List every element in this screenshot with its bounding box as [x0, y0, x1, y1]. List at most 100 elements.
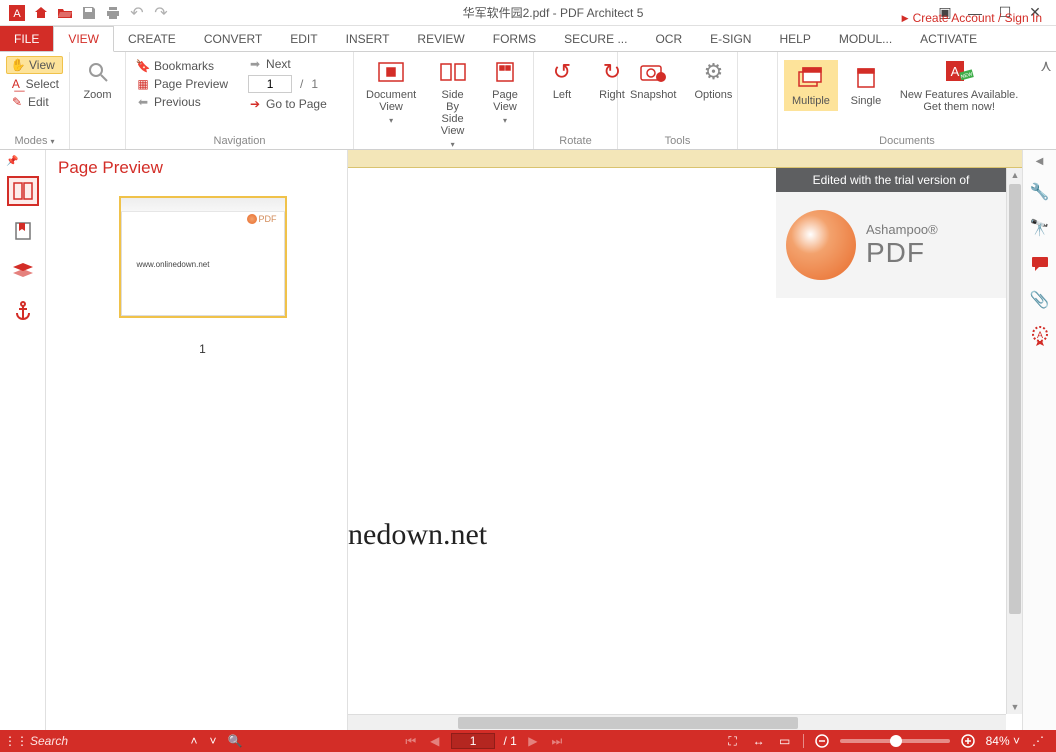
document-view-icon — [375, 58, 407, 86]
tab-edit[interactable]: EDIT — [276, 26, 331, 51]
previous-button[interactable]: ⬅Previous — [132, 94, 232, 110]
zoom-level[interactable]: 84% ˅ — [986, 734, 1020, 748]
page-thumbnail[interactable]: PDF www.onlinedown.net — [119, 196, 287, 318]
workspace: 📌 Page Preview PDF www.onlinedown.net 1 … — [0, 150, 1056, 730]
new-features-icon: ANEW — [943, 58, 975, 86]
app-logo-icon[interactable]: A — [8, 4, 26, 22]
tab-activate[interactable]: ACTIVATE — [906, 26, 991, 51]
zoom-slider[interactable] — [840, 739, 950, 743]
right-rail: ◀ 🔧 🔭 📎 A — [1022, 150, 1056, 730]
tab-ocr[interactable]: OCR — [641, 26, 696, 51]
tab-esign[interactable]: E-SIGN — [696, 26, 765, 51]
first-page-icon[interactable]: ⏮ — [403, 733, 419, 749]
tab-secure[interactable]: SECURE ... — [550, 26, 641, 51]
rail-layers-button[interactable] — [7, 256, 39, 286]
fit-page-icon[interactable]: ⛶ — [725, 733, 741, 749]
trial-banner: Edited with the trial version of Ashampo… — [776, 168, 1006, 298]
new-features-button[interactable]: ANEWNew Features Available.Get them now! — [894, 56, 1024, 115]
tools-wrench-icon[interactable]: 🔧 — [1029, 181, 1051, 203]
page-number-input[interactable] — [248, 75, 292, 93]
tab-file[interactable]: FILE — [0, 26, 53, 51]
actual-size-icon[interactable]: ▭ — [777, 733, 793, 749]
print-icon[interactable] — [104, 4, 122, 22]
stamp-icon[interactable]: A — [1029, 325, 1051, 347]
status-page-nav: ⏮ ◀ 1 / 1 ▶ ⏭ — [243, 733, 725, 749]
scroll-down-icon[interactable]: ▼ — [1007, 700, 1022, 714]
account-link[interactable]: ▶ Create Account / Sign In — [902, 8, 1056, 28]
group-label-navigation: Navigation — [132, 133, 347, 147]
right-rail-collapse-icon[interactable]: ◀ — [1036, 156, 1044, 167]
vertical-scroll-thumb[interactable] — [1009, 184, 1021, 614]
tab-modules[interactable]: MODUL... — [825, 26, 906, 51]
rotate-left-icon: ↺ — [546, 58, 578, 86]
text-select-icon: A͟ — [10, 77, 22, 91]
redo-icon[interactable]: ↷ — [152, 4, 170, 22]
group-label-tools: Tools — [624, 133, 731, 147]
next-button[interactable]: ➡Next — [244, 56, 331, 72]
rotate-left-button[interactable]: ↺Left — [540, 56, 584, 103]
svg-text:A: A — [951, 64, 960, 79]
tab-create[interactable]: CREATE — [114, 26, 190, 51]
side-by-side-button[interactable]: Side By Side View▾ — [428, 56, 477, 151]
ribbon-group-zoom: Zoom . — [70, 52, 126, 149]
tab-view[interactable]: VIEW — [53, 26, 114, 52]
quick-access-toolbar: A ↶ ↷ — [0, 4, 170, 22]
document-canvas[interactable]: Edited with the trial version of Ashampo… — [348, 168, 1006, 714]
save-icon[interactable] — [80, 4, 98, 22]
vertical-scrollbar[interactable]: ▲ ▼ — [1006, 168, 1022, 714]
page-view-button[interactable]: Page View▾ — [483, 56, 527, 127]
binoculars-icon[interactable]: 🔭 — [1029, 217, 1051, 239]
next-page-status-icon[interactable]: ▶ — [525, 733, 541, 749]
undo-icon[interactable]: ↶ — [128, 4, 146, 22]
search-input[interactable] — [30, 734, 180, 748]
document-view-button[interactable]: Document View▾ — [360, 56, 422, 127]
tab-forms[interactable]: FORMS — [479, 26, 550, 51]
mode-view-button[interactable]: ✋View — [6, 56, 63, 74]
status-menu-icon[interactable]: ⋮⋮ — [8, 733, 24, 749]
zoom-button[interactable]: Zoom — [76, 56, 119, 103]
fit-width-icon[interactable]: ↔ — [751, 733, 767, 749]
tab-convert[interactable]: CONVERT — [190, 26, 276, 51]
rail-thumbnails-button[interactable] — [7, 176, 39, 206]
zoom-out-icon[interactable] — [814, 733, 830, 749]
search-next-icon[interactable]: ˅ — [205, 733, 221, 749]
ribbon-spacer — [738, 52, 778, 149]
attachment-icon[interactable]: 📎 — [1029, 289, 1051, 311]
home-icon[interactable] — [32, 4, 50, 22]
status-right: ⛶ ↔ ▭ 84% ˅ ⋰ — [725, 733, 1056, 749]
single-doc-button[interactable]: Single — [844, 62, 888, 109]
status-page-current[interactable]: 1 — [451, 733, 496, 749]
goto-page-button[interactable]: ➔Go to Page — [244, 96, 331, 112]
search-go-icon[interactable]: 🔍 — [227, 733, 243, 749]
rail-bookmarks-button[interactable] — [7, 216, 39, 246]
horizontal-scrollbar[interactable] — [348, 714, 1006, 730]
collapse-ribbon-button[interactable]: ⋏ — [1036, 52, 1056, 149]
options-button[interactable]: ⚙Options — [688, 56, 738, 103]
tab-review[interactable]: REVIEW — [403, 26, 478, 51]
zoom-slider-knob[interactable] — [890, 735, 902, 747]
last-page-icon[interactable]: ⏭ — [549, 733, 565, 749]
tab-insert[interactable]: INSERT — [332, 26, 404, 51]
bookmarks-button[interactable]: 🔖Bookmarks — [132, 58, 232, 74]
trial-banner-text: Edited with the trial version of — [776, 168, 1006, 192]
status-resize-icon[interactable]: ⋰ — [1030, 733, 1046, 749]
snapshot-button[interactable]: Snapshot — [624, 56, 682, 103]
ribbon-group-navigation: 🔖Bookmarks ▦Page Preview ⬅Previous ➡Next… — [126, 52, 354, 149]
prev-page-status-icon[interactable]: ◀ — [427, 733, 443, 749]
horizontal-scroll-thumb[interactable] — [458, 717, 798, 729]
tab-help[interactable]: HELP — [765, 26, 824, 51]
status-search: ⋮⋮ ˄ ˅ 🔍 — [0, 733, 243, 749]
open-icon[interactable] — [56, 4, 74, 22]
search-prev-icon[interactable]: ˄ — [186, 733, 202, 749]
ribbon-group-rotate: ↺Left ↻Right Rotate — [534, 52, 618, 149]
comment-icon[interactable] — [1029, 253, 1051, 275]
rail-anchor-button[interactable] — [7, 296, 39, 326]
multiple-docs-button[interactable]: Multiple — [784, 60, 838, 111]
page-preview-button[interactable]: ▦Page Preview — [132, 76, 232, 92]
mode-select-button[interactable]: A͟Select — [6, 76, 63, 92]
pin-icon[interactable]: 📌 — [0, 156, 18, 166]
zoom-in-icon[interactable] — [960, 733, 976, 749]
magnifier-icon — [82, 58, 114, 86]
mode-edit-button[interactable]: ✎Edit — [6, 94, 63, 110]
scroll-up-icon[interactable]: ▲ — [1007, 168, 1022, 182]
